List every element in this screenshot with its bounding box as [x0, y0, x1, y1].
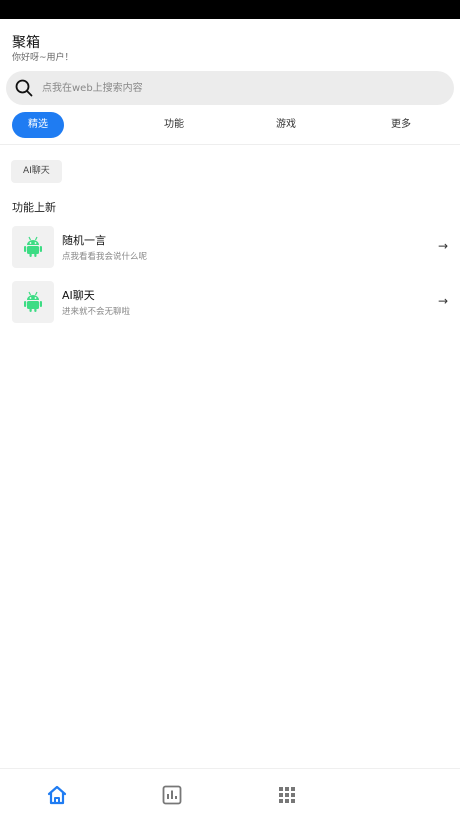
item-title: AI聊天	[62, 289, 95, 302]
item-description: 进来就不会无聊啦	[62, 307, 131, 317]
chart-icon[interactable]	[160, 783, 184, 807]
item-thumbnail	[12, 226, 54, 268]
item-title: 随机一言	[62, 234, 106, 247]
item-description: 点我看看我会说什么呢	[62, 252, 148, 262]
tabs-divider	[0, 144, 460, 145]
list-item-ai-chat[interactable]: AI聊天 进来就不会无聊啦 →	[12, 281, 452, 325]
tab-featured[interactable]: 精选	[12, 112, 64, 138]
arrow-right-icon: →	[437, 294, 448, 308]
bottom-navigation	[0, 768, 460, 820]
status-bar	[0, 0, 460, 19]
tab-games[interactable]: 游戏	[262, 112, 310, 138]
section-title: 功能上新	[12, 201, 56, 214]
search-icon[interactable]	[15, 79, 33, 97]
greeting-text: 你好呀~用户！	[12, 53, 74, 63]
app-title: 聚箱	[12, 35, 40, 51]
search-input[interactable]	[42, 71, 422, 105]
tab-more[interactable]: 更多	[377, 112, 425, 138]
search-bar[interactable]	[6, 71, 454, 105]
android-icon	[24, 291, 42, 312]
list-item-random-quote[interactable]: 随机一言 点我看看我会说什么呢 →	[12, 226, 452, 270]
category-tabs: 精选 功能 游戏 更多	[0, 112, 460, 138]
arrow-right-icon: →	[437, 239, 448, 253]
item-thumbnail	[12, 281, 54, 323]
home-icon[interactable]	[45, 783, 69, 807]
tag-ai-chat[interactable]: AI聊天	[11, 160, 62, 183]
tab-functions[interactable]: 功能	[150, 112, 198, 138]
android-icon	[24, 236, 42, 257]
grid-icon[interactable]	[275, 783, 299, 807]
